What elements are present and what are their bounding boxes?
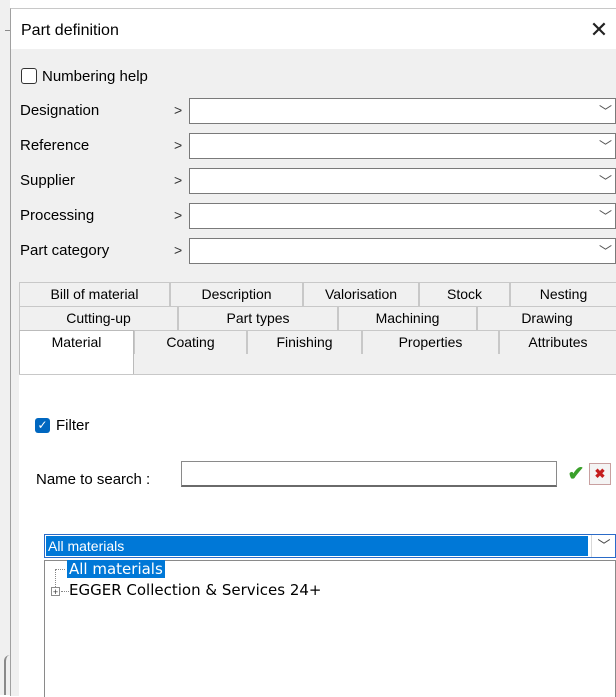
tab-cutting-up[interactable]: Cutting-up <box>19 306 178 330</box>
designation-row: Designation > ﹀ <box>11 95 616 127</box>
tab-nesting[interactable]: Nesting <box>510 282 616 306</box>
designation-combo[interactable]: ﹀ <box>189 98 616 124</box>
chevron-down-icon[interactable]: ﹀ <box>599 171 612 190</box>
tab-attributes[interactable]: Attributes <box>499 330 616 354</box>
filter-option[interactable]: ✓ Filter <box>35 417 89 434</box>
processing-row: Processing > ﹀ <box>11 200 616 232</box>
name-to-search-label: Name to search : <box>36 471 151 488</box>
part-definition-dialog: Part definition ✕ Numbering help Designa… <box>10 8 616 697</box>
tab-drawing[interactable]: Drawing <box>477 306 616 330</box>
material-filter-select[interactable]: All materials ﹀ <box>44 534 616 558</box>
tab-finishing[interactable]: Finishing <box>247 330 362 354</box>
processing-label: Processing <box>20 207 95 224</box>
tree-item-egger-collection[interactable]: EGGER Collection & Services 24+ <box>69 581 322 599</box>
dialog-title: Part definition <box>21 22 119 39</box>
tab-coating[interactable]: Coating <box>134 330 247 354</box>
close-icon[interactable]: ✕ <box>584 15 614 45</box>
tab-row-3: Material Coating Finishing Properties At… <box>19 330 616 374</box>
tab-row-2: Cutting-up Part types Machining Drawing <box>19 306 616 330</box>
material-tab-panel: ✓ Filter Name to search : ✔ ✖ All materi… <box>19 374 616 697</box>
tab-row-1: Bill of material Description Valorisatio… <box>19 282 616 306</box>
supplier-expand-arrow[interactable]: > <box>174 172 182 188</box>
tab-machining[interactable]: Machining <box>338 306 477 330</box>
reference-row: Reference > ﹀ <box>11 130 616 162</box>
part-category-row: Part category > ﹀ <box>11 235 616 267</box>
material-tree[interactable]: All materials + EGGER Collection & Servi… <box>44 560 616 697</box>
title-bar[interactable]: Part definition ✕ <box>11 9 616 49</box>
tab-bill-of-material[interactable]: Bill of material <box>19 282 170 306</box>
tree-connector-line <box>61 591 69 592</box>
tree-item-all-materials[interactable]: All materials <box>67 560 165 578</box>
confirm-search-icon[interactable]: ✔ <box>565 463 587 485</box>
numbering-help-checkbox[interactable] <box>21 68 37 84</box>
designation-label: Designation <box>20 102 100 119</box>
supplier-combo[interactable]: ﹀ <box>189 168 616 194</box>
filter-checkbox[interactable]: ✓ <box>35 418 50 433</box>
part-category-combo[interactable]: ﹀ <box>189 238 616 264</box>
reference-expand-arrow[interactable]: > <box>174 137 182 153</box>
tab-material[interactable]: Material <box>19 330 134 374</box>
tab-part-types[interactable]: Part types <box>178 306 338 330</box>
part-category-expand-arrow[interactable]: > <box>174 242 182 258</box>
tab-description[interactable]: Description <box>170 282 303 306</box>
numbering-help-label: Numbering help <box>42 67 148 85</box>
tab-properties[interactable]: Properties <box>362 330 499 354</box>
chevron-down-icon[interactable]: ﹀ <box>599 136 612 155</box>
tab-stock[interactable]: Stock <box>419 282 510 306</box>
chevron-down-icon[interactable]: ﹀ <box>599 206 612 225</box>
background-window-edge <box>0 0 10 695</box>
expand-plus-icon[interactable]: + <box>51 587 60 597</box>
filter-label: Filter <box>56 417 90 434</box>
processing-combo[interactable]: ﹀ <box>189 203 616 229</box>
chevron-down-icon[interactable]: ﹀ <box>599 101 612 120</box>
supplier-row: Supplier > ﹀ <box>11 165 616 197</box>
clear-search-icon[interactable]: ✖ <box>589 463 611 485</box>
reference-combo[interactable]: ﹀ <box>189 133 616 159</box>
chevron-down-icon[interactable]: ﹀ <box>591 535 616 557</box>
material-filter-value: All materials <box>46 536 588 556</box>
tab-valorisation[interactable]: Valorisation <box>303 282 419 306</box>
chevron-down-icon[interactable]: ﹀ <box>599 241 612 260</box>
supplier-label: Supplier <box>20 172 76 189</box>
part-category-label: Part category <box>20 242 110 259</box>
numbering-help-option[interactable]: Numbering help <box>21 65 148 87</box>
designation-expand-arrow[interactable]: > <box>174 102 182 118</box>
name-to-search-input[interactable] <box>181 461 557 487</box>
reference-label: Reference <box>20 137 90 154</box>
tree-connector-line <box>55 569 65 570</box>
processing-expand-arrow[interactable]: > <box>174 207 182 223</box>
